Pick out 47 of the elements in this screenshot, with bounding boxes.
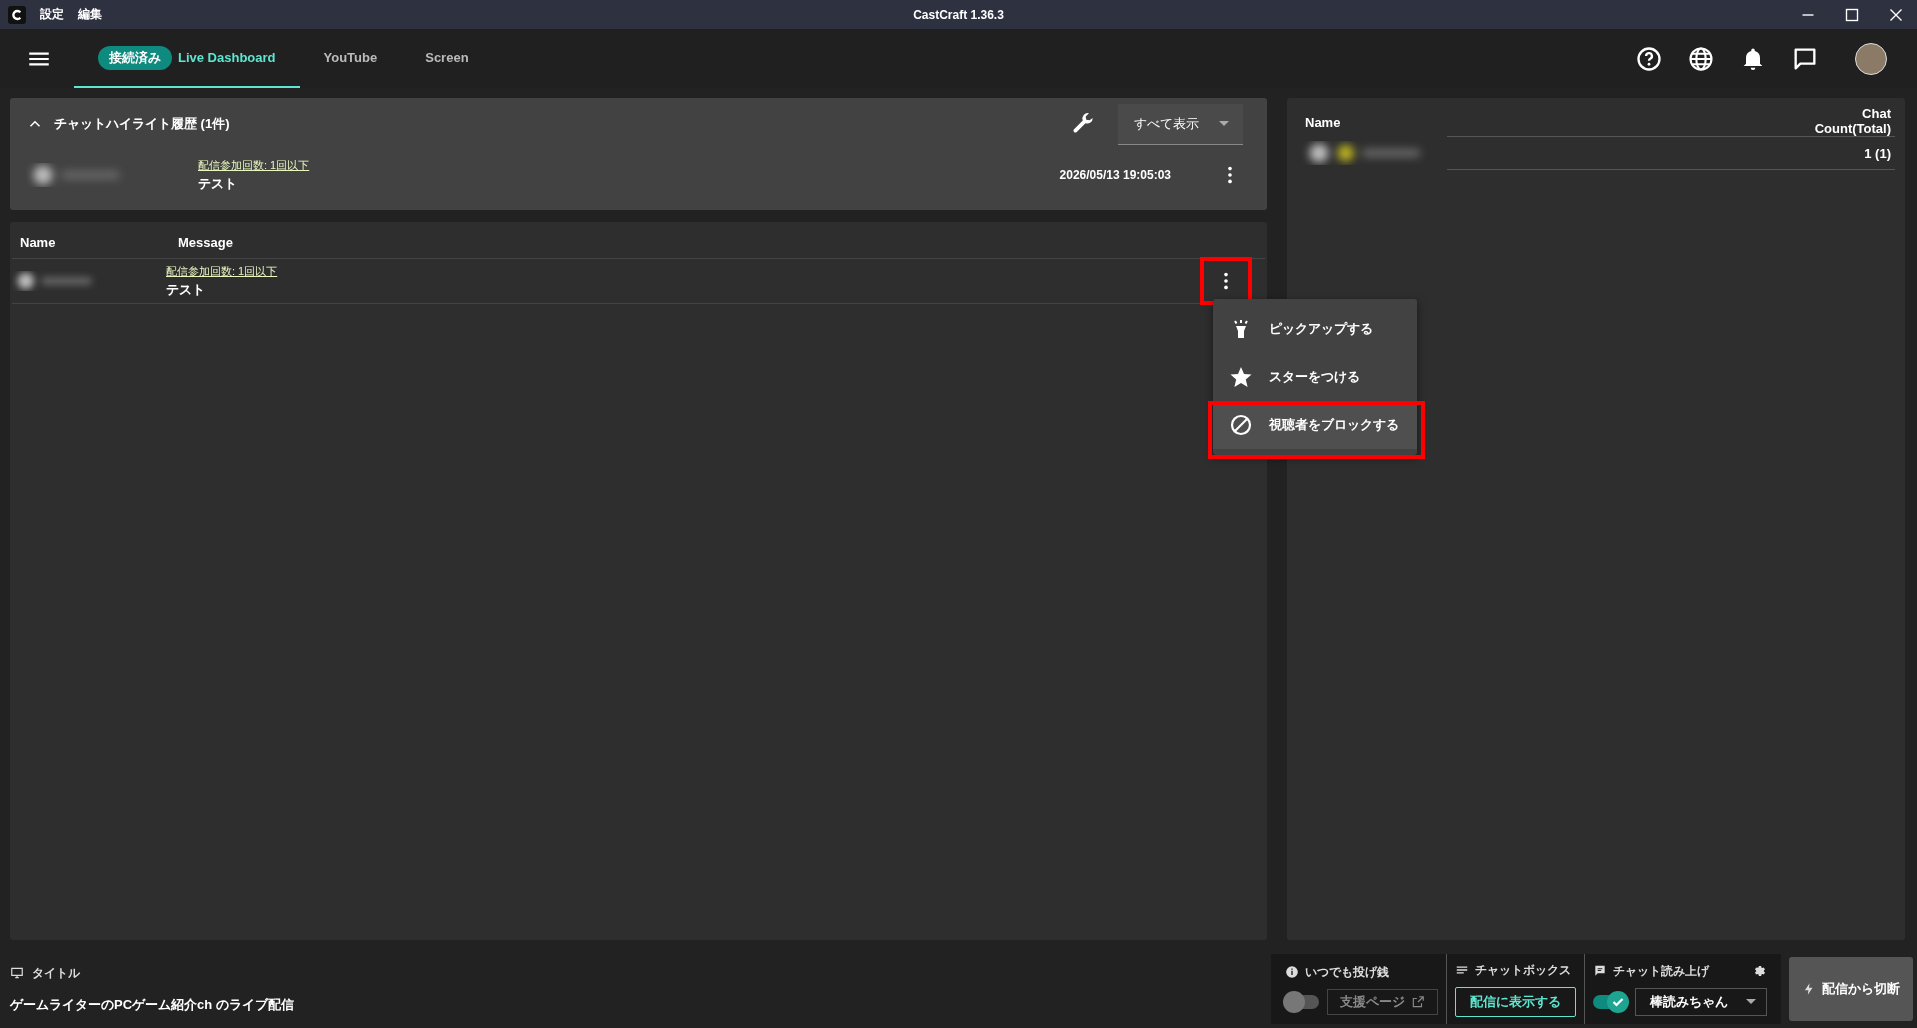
caret-icon — [1746, 999, 1756, 1004]
menu-item[interactable]: 設定 — [40, 6, 64, 23]
column-header: Message — [178, 234, 233, 250]
voice-dropdown[interactable]: 棒読みちゃん — [1635, 987, 1767, 1016]
tag-link[interactable]: 配信参加回数: 1回以下 — [166, 263, 278, 279]
message-text: テスト — [166, 280, 206, 299]
tab[interactable]: 接続済み Live Dashboard — [74, 29, 300, 88]
section-label: チャットボックス — [1475, 961, 1571, 979]
panel-title: チャットハイライト履歴 (1件) — [54, 115, 230, 133]
section-label: タイトル — [32, 964, 80, 982]
block-icon — [1229, 413, 1253, 437]
menu-item[interactable]: ピックアップする — [1213, 305, 1417, 353]
external-link-icon — [1411, 994, 1425, 1009]
section-label: いつでも投げ銭 — [1305, 963, 1389, 981]
support-page-button[interactable]: 支援ページ — [1327, 988, 1438, 1015]
caret-icon — [1219, 121, 1229, 126]
message-text: テスト — [198, 174, 238, 193]
stream-title: ゲームライターのPCゲーム紹介ch のライブ配信 — [10, 995, 295, 1014]
filter-dropdown[interactable]: すべて表示 — [1118, 103, 1243, 145]
tab[interactable]: YouTube — [299, 29, 402, 88]
window-title: CastCraft 1.36.3 — [913, 7, 1004, 22]
list-icon — [1455, 963, 1469, 977]
tab[interactable]: Screen — [401, 29, 493, 88]
section-label: チャット読み上げ — [1613, 962, 1709, 980]
chat-count: 1 (1) — [1864, 145, 1891, 161]
tab-label: Live Dashboard — [178, 50, 276, 65]
timestamp: 2026/05/13 19:05:03 — [1059, 168, 1171, 182]
flag-icon — [1593, 964, 1607, 978]
settings-icon[interactable] — [1753, 964, 1767, 978]
column-header: Name — [1305, 115, 1341, 132]
help-icon[interactable] — [1635, 44, 1663, 73]
monitor-icon — [10, 966, 24, 980]
avatar[interactable] — [1855, 42, 1887, 75]
globe-icon[interactable] — [1687, 44, 1715, 73]
info-icon — [1285, 965, 1299, 979]
column-header: Chat Count(Total) — [1813, 106, 1891, 136]
tab-label: YouTube — [323, 50, 378, 65]
show-on-stream-button[interactable]: 配信に表示する — [1455, 986, 1576, 1017]
star-icon — [1229, 365, 1253, 389]
disconnect-button[interactable]: 配信から切断 — [1789, 957, 1913, 1021]
menu-item[interactable]: 編集 — [78, 6, 102, 23]
status-badge: 接続済み — [98, 45, 172, 70]
column-header: Name — [19, 234, 57, 250]
tab-label: Screen — [425, 50, 469, 65]
menu-item[interactable]: スターをつける — [1213, 353, 1417, 401]
tag-link[interactable]: 配信参加回数: 1回以下 — [198, 157, 310, 173]
app-logo — [8, 5, 26, 24]
